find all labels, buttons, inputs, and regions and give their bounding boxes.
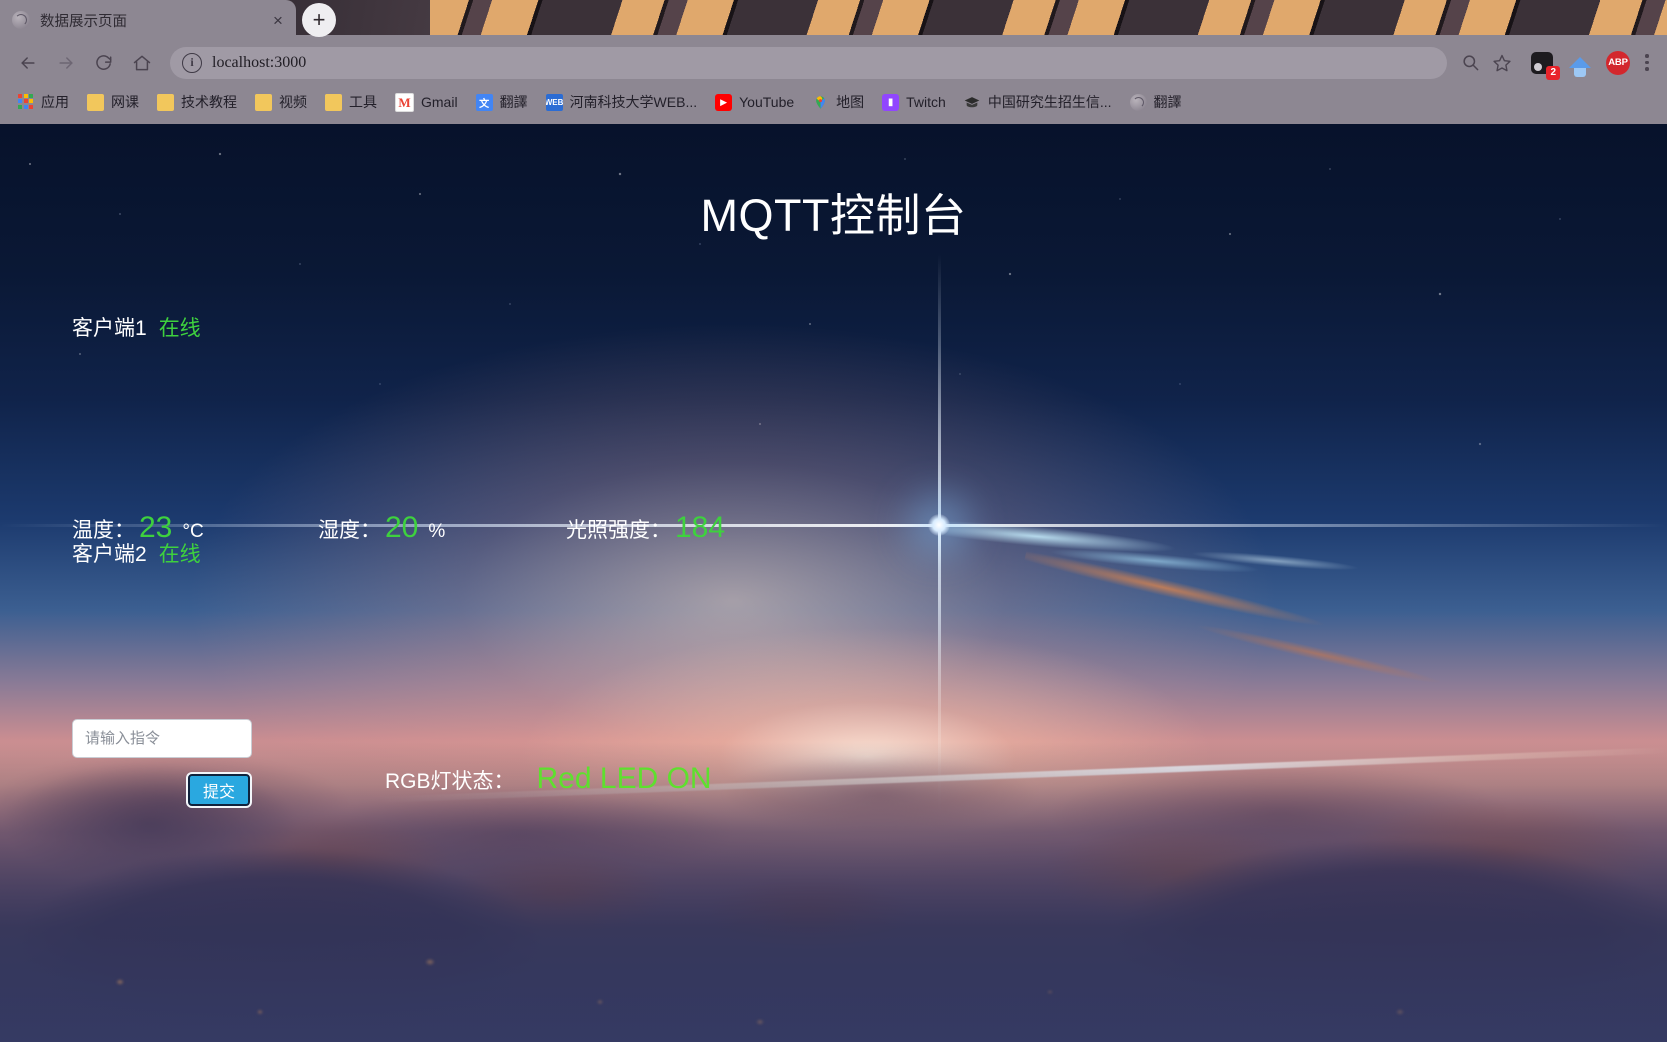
forward-arrow-icon[interactable] [48,45,84,81]
bookmark-label: 翻譯 [1153,94,1182,110]
client2-name: 客户端2 [72,543,147,566]
humidity-value: 20 [385,511,419,544]
bookmark-google-translate[interactable]: 文 翻譯 [467,89,537,115]
bookmark-label: 翻譯 [499,94,528,110]
client1-name: 客户端1 [72,317,147,340]
folder-icon [325,93,342,111]
site-info-icon[interactable]: i [182,52,202,73]
youtube-icon: ▶ [715,93,733,111]
globe-icon [12,11,30,29]
gmail-icon: M [395,92,414,112]
dark-extension-icon[interactable]: 2 [1529,50,1560,80]
tab-strip: 数据展示页面 × + [0,0,1667,40]
illuminance-reading: 光照强度： 184 [566,511,725,545]
three-dot-menu-icon[interactable] [1637,50,1657,76]
humidity-unit: % [428,521,446,542]
bookmark-translate-globe[interactable]: 翻譯 [1121,89,1191,115]
home-icon[interactable] [124,45,160,81]
bookmarks-bar: 应用 网课 技术教程 视频 工具 M Gmail 文 翻譯 WEB 河南科技大学… [0,85,1667,119]
page-title: MQTT控制台 [700,190,967,241]
bookmark-label: Twitch [906,94,946,110]
bookmark-label: 地图 [836,94,865,110]
bookmark-label: 工具 [349,94,377,110]
reload-icon[interactable] [86,45,122,81]
apps-grid-icon [17,93,34,111]
bookmark-label: 网课 [111,94,139,110]
bookmark-folder-jishujiaocheng[interactable]: 技术教程 [148,89,246,115]
tab-title: 数据展示页面 [40,13,127,30]
humidity-label: 湿度： [318,519,381,542]
bookmark-label: 中国研究生招生信... [987,94,1112,110]
globe-icon [1129,93,1147,111]
folder-icon [157,93,174,111]
twitch-icon: ▮ [882,93,900,111]
bookmark-google-maps[interactable]: 地图 [803,89,873,115]
close-icon[interactable]: × [266,8,290,32]
browser-window: 数据展示页面 × + i localhost:3000 2 ABP 应用 网课 … [0,0,1667,1042]
bookmark-label: Gmail [421,94,458,110]
abp-label: ABP [1606,50,1630,75]
adblock-plus-extension-icon[interactable]: ABP [1605,50,1631,76]
client1-status-badge: 在线 [158,317,201,340]
folder-icon [255,93,272,111]
bookmark-label: 河南科技大学WEB... [569,94,698,110]
bookmark-twitch[interactable]: ▮ Twitch [873,89,955,115]
folder-icon [87,93,104,111]
back-arrow-icon[interactable] [10,45,46,81]
bookmark-grad-admissions[interactable]: 中国研究生招生信... [955,89,1121,115]
google-maps-icon [812,94,829,111]
client1-header: 客户端1 在线 [72,312,201,342]
bookmark-star-icon[interactable] [1487,48,1517,78]
app-content: MQTT控制台 客户端1 在线 温度： 23 °C 湿度： 20 % 光照强度： … [0,124,1667,1042]
browser-toolbar: i localhost:3000 2 ABP [0,40,1667,85]
university-web-icon: WEB [545,93,563,111]
illuminance-value: 184 [675,511,726,544]
bookmark-label: 技术教程 [181,94,237,110]
address-bar-url: localhost:3000 [212,53,307,71]
bookmark-label: 应用 [41,94,69,110]
client2-status-badge: 在线 [158,543,201,566]
illuminance-label: 光照强度： [566,519,671,542]
google-translate-icon: 文 [475,93,493,111]
graduation-cap-icon [964,94,981,111]
bookmark-label: 视频 [279,94,307,110]
humidity-reading: 湿度： 20 % [318,511,445,545]
bookmark-gmail[interactable]: M Gmail [386,89,467,115]
client2-header: 客户端2 在线 [72,538,201,568]
browser-tab[interactable]: 数据展示页面 × [0,0,296,40]
bookmark-folder-wangke[interactable]: 网课 [78,89,148,115]
extension-icons: 2 ABP [1517,50,1631,80]
submit-button[interactable]: 提交 [188,774,251,806]
bookmark-label: YouTube [739,94,795,110]
bookmark-folder-shipin[interactable]: 视频 [246,89,316,115]
rgb-led-status: RGB灯状态： Red LED ON [385,762,712,796]
extension-badge-count: 2 [1546,65,1560,80]
blue-diamond-extension-icon[interactable] [1567,50,1593,77]
rgb-status-value: Red LED ON [536,762,712,795]
new-tab-button[interactable]: + [302,3,336,37]
command-input[interactable] [72,719,252,758]
bookmark-youtube[interactable]: ▶ YouTube [706,89,803,115]
address-bar[interactable]: i localhost:3000 [170,46,1447,79]
rgb-status-label: RGB灯状态： [385,770,515,793]
bookmark-university-web[interactable]: WEB 河南科技大学WEB... [537,89,707,115]
bookmark-folder-gongju[interactable]: 工具 [316,89,386,115]
search-icon[interactable] [1455,48,1485,78]
bookmark-apps[interactable]: 应用 [8,89,78,115]
page-viewport: MQTT控制台 客户端1 在线 温度： 23 °C 湿度： 20 % 光照强度： … [0,124,1667,1042]
